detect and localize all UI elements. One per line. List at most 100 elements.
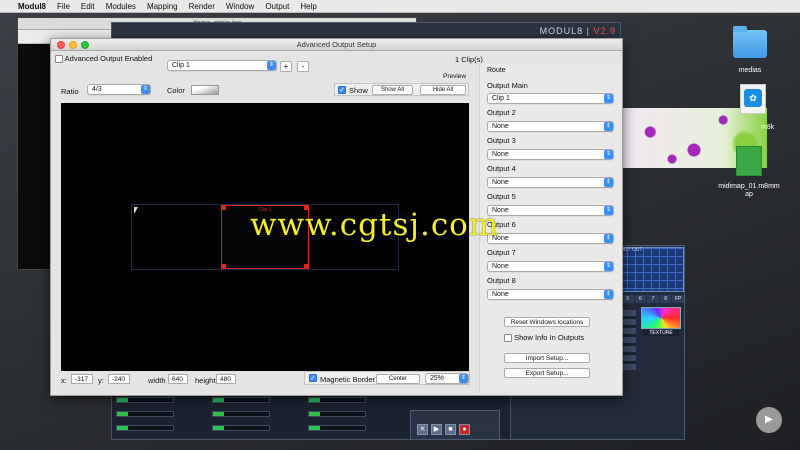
menu-item-edit[interactable]: Edit — [81, 2, 95, 11]
output-3-select[interactable]: None ⇕ — [487, 149, 614, 160]
x-field[interactable]: -317 — [71, 374, 93, 384]
minimize-icon[interactable] — [69, 41, 77, 49]
layer-number[interactable]: FP — [672, 295, 684, 303]
layer-number[interactable]: 6 — [634, 295, 647, 303]
layer-number-row: 5 6 7 8 FP — [622, 295, 684, 303]
output-7-select[interactable]: None ⇕ — [487, 261, 614, 272]
show-info-label: Show Info In Outputs — [514, 333, 585, 342]
height-field[interactable]: 480 — [216, 374, 236, 384]
output-5-select[interactable]: None ⇕ — [487, 205, 614, 216]
reset-window-locations-button[interactable]: Reset Windows locations — [504, 317, 590, 327]
ratio-label: Ratio — [61, 87, 79, 96]
ratio-value: 4/3 — [92, 86, 102, 93]
menu-item-mapping[interactable]: Mapping — [147, 2, 178, 11]
document-icon — [736, 146, 762, 176]
record-icon[interactable]: ● — [459, 424, 470, 435]
chevron-updown-icon: ⇕ — [604, 262, 613, 271]
play-icon[interactable]: ▶ — [431, 424, 442, 435]
level-meter — [212, 397, 270, 403]
resize-handle[interactable] — [221, 205, 226, 210]
output-8-value: None — [492, 291, 509, 298]
enabled-checkbox[interactable] — [55, 55, 63, 64]
output-8-label: Output 8 — [487, 276, 516, 285]
zoom-icon[interactable] — [81, 41, 89, 49]
layer-number[interactable]: 5 — [622, 295, 634, 303]
magnetic-border-checkbox[interactable]: ✓ — [309, 374, 317, 382]
output-4-select[interactable]: None ⇕ — [487, 177, 614, 188]
export-setup-button[interactable]: Export Setup... — [504, 368, 590, 378]
align-select[interactable]: Center — [376, 374, 420, 384]
output-grid[interactable] — [618, 247, 684, 292]
level-meter — [308, 397, 366, 403]
show-info-checkbox[interactable] — [504, 334, 512, 343]
chevron-updown-icon: ⇕ — [604, 94, 613, 103]
desktop-file-midimap[interactable]: midimap_01.m8mmap — [718, 146, 780, 199]
level-meter — [212, 425, 270, 431]
hide-all-button[interactable]: Hide All — [420, 85, 466, 95]
layer-list[interactable] — [622, 310, 636, 370]
show-all-button[interactable]: Show All — [372, 85, 413, 95]
show-info-row[interactable]: Show Info In Outputs — [504, 333, 585, 343]
layer-number[interactable]: 8 — [659, 295, 672, 303]
x-label: x: — [61, 376, 67, 385]
square-icon[interactable]: ■ — [445, 424, 456, 435]
play-circle-icon[interactable]: ▶ — [756, 407, 782, 433]
menu-item-modules[interactable]: Modules — [106, 2, 136, 11]
chevron-updown-icon: ⇕ — [604, 150, 613, 159]
ratio-select[interactable]: 4/3 ⇕ — [87, 84, 151, 95]
menu-item-window[interactable]: Window — [226, 2, 254, 11]
resize-handle[interactable] — [221, 264, 226, 269]
dialog-title: Advanced Output Setup — [296, 40, 377, 49]
output-2-select[interactable]: None ⇕ — [487, 121, 614, 132]
remove-clip-button[interactable]: - — [297, 61, 309, 72]
clip-select[interactable]: Clip 1 ⇕ — [167, 60, 277, 71]
output-7-label: Output 7 — [487, 248, 516, 257]
level-meter — [116, 397, 174, 403]
chevron-updown-icon: ⇕ — [604, 206, 613, 215]
y-label: y: — [98, 376, 104, 385]
output-main-select[interactable]: Clip 1 ⇕ — [487, 93, 614, 104]
texture-thumbnail[interactable] — [641, 307, 681, 329]
zoom-select[interactable]: 25% ⇕ — [425, 373, 469, 384]
layer-number[interactable]: 7 — [647, 295, 659, 303]
window-controls — [57, 41, 89, 49]
level-meter — [116, 425, 174, 431]
desktop-icon-label: midimap_01.m8mmap — [718, 183, 780, 198]
chevron-updown-icon: ⇕ — [604, 290, 613, 299]
stop-icon[interactable]: ✕ — [417, 424, 428, 435]
color-label: Color — [167, 86, 185, 95]
menu-item-help[interactable]: Help — [300, 2, 316, 11]
enabled-checkbox-row[interactable]: Advanced Output Enabled — [55, 54, 153, 64]
color-swatch[interactable] — [191, 85, 219, 95]
output-main-label: Output Main — [487, 81, 528, 90]
clip-select-value: Clip 1 — [172, 62, 190, 69]
width-field[interactable]: 640 — [168, 374, 188, 384]
show-bar: ✓ Show Show All Hide All — [334, 83, 469, 96]
width-label: width — [148, 376, 166, 385]
desktop-file-m8k[interactable]: ✿ m8k — [731, 84, 775, 131]
output-3-value: None — [492, 151, 509, 158]
close-icon[interactable] — [57, 41, 65, 49]
menu-item-file[interactable]: File — [57, 2, 70, 11]
output-6-select[interactable]: None ⇕ — [487, 233, 614, 244]
route-heading: Route — [487, 67, 506, 74]
enabled-label: Advanced Output Enabled — [64, 54, 153, 63]
menu-item-output[interactable]: Output — [265, 2, 289, 11]
desktop-folder-medias[interactable]: medias — [727, 26, 773, 74]
menu-app-name[interactable]: Modul8 — [18, 2, 46, 11]
import-setup-button[interactable]: Import Setup... — [504, 353, 590, 363]
chevron-updown-icon: ⇕ — [141, 85, 150, 94]
folder-icon — [733, 26, 767, 58]
y-field[interactable]: -240 — [108, 374, 130, 384]
level-meter — [308, 411, 366, 417]
route-panel: Route Output Main Clip 1 ⇕ Output 2 None ⇕… — [479, 63, 622, 393]
resize-handle[interactable] — [304, 264, 309, 269]
show-checkbox[interactable]: ✓ — [338, 86, 346, 94]
output-2-label: Output 2 — [487, 108, 516, 117]
level-meter — [212, 411, 270, 417]
menu-item-render[interactable]: Render — [189, 2, 215, 11]
modul8-logo: MODUL8 | V2.9 — [539, 26, 616, 36]
chevron-updown-icon: ⇕ — [267, 61, 276, 70]
output-8-select[interactable]: None ⇕ — [487, 289, 614, 300]
add-clip-button[interactable]: + — [280, 61, 292, 72]
